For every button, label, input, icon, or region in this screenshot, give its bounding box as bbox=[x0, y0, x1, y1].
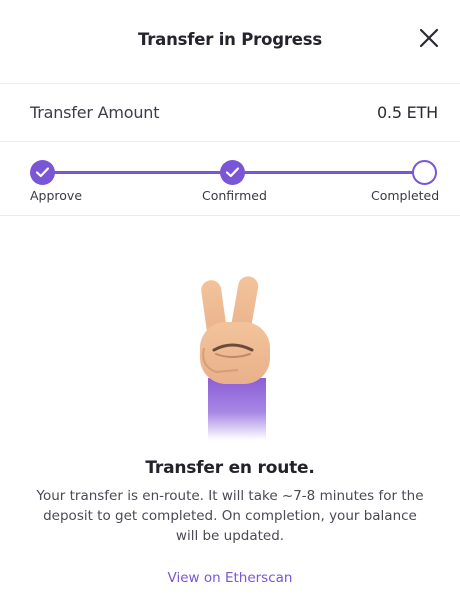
close-icon[interactable] bbox=[418, 27, 440, 49]
progress-stepper: Approve Confirmed Completed bbox=[0, 142, 460, 216]
close-button[interactable] bbox=[418, 27, 440, 49]
modal-title: Transfer in Progress bbox=[137, 30, 323, 49]
step-approve-check bbox=[30, 160, 55, 185]
transfer-amount-row: Transfer Amount 0.5 ETH bbox=[0, 84, 460, 142]
step-completed-circle bbox=[412, 160, 437, 185]
step-label-approve: Approve bbox=[30, 188, 83, 203]
transfer-amount-value: 0.5 ETH bbox=[376, 103, 438, 122]
step-confirmed-check bbox=[220, 160, 245, 185]
status-title: Transfer en route. bbox=[145, 458, 315, 478]
transfer-amount-label: Transfer Amount bbox=[30, 103, 160, 122]
view-on-etherscan-link[interactable]: View on Etherscan bbox=[0, 570, 460, 586]
step-label-completed: Completed bbox=[371, 188, 440, 203]
checkmark-icon bbox=[35, 167, 50, 178]
checkmark-icon bbox=[225, 167, 240, 178]
modal-header: Transfer in Progress bbox=[0, 0, 460, 84]
step-label-confirmed: Confirmed bbox=[202, 188, 267, 203]
victory-hand-icon bbox=[186, 270, 286, 450]
status-description: Your transfer is en-route. It will take … bbox=[36, 488, 424, 544]
